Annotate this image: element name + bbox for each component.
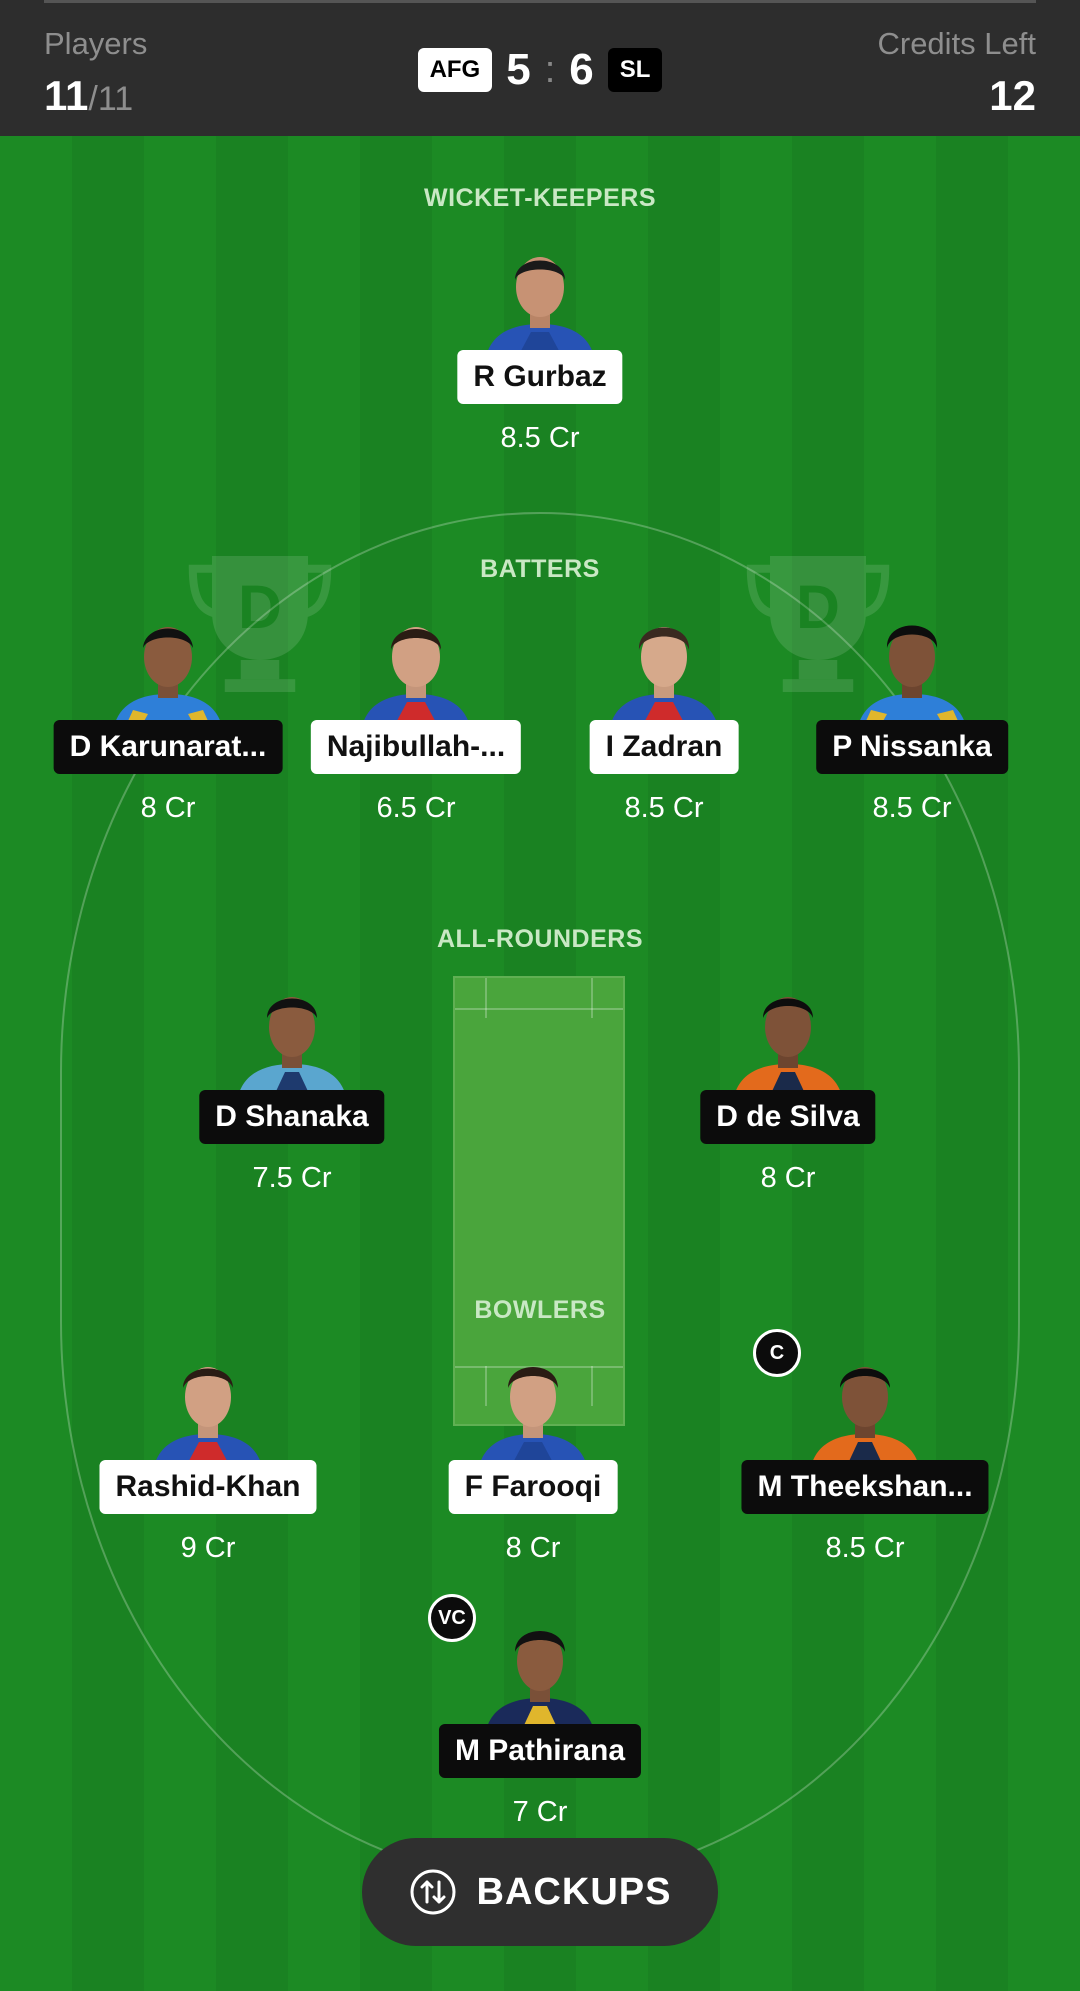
player-name-tag: D de Silva [700,1090,876,1144]
player-credits: 8.5 Cr [872,792,952,824]
player-name-tag: M Pathirana [438,1724,642,1778]
player-credits: 6.5 Cr [376,792,456,824]
captain-badge: C [753,1329,801,1377]
player-name-tag: D Karunarat... [53,720,283,774]
player-name-tag: Najibullah-... [310,720,522,774]
player-avatar [485,1631,595,1736]
player-name-tag: I Zadran [589,720,739,774]
player-card-zadran[interactable]: I Zadran 8.5 Cr [534,602,794,824]
backups-button[interactable]: BACKUPS [362,1838,718,1946]
player-name-tag: D Shanaka [199,1090,385,1144]
section-title-all-rounders: ALL-ROUNDERS [437,925,643,953]
player-name-tag: R Gurbaz [457,350,623,404]
credits-left-value: 12 [989,72,1036,119]
player-avatar [609,627,719,732]
player-card-desilva[interactable]: D de Silva 8 Cr [658,972,918,1194]
player-card-shanaka[interactable]: D Shanaka 7.5 Cr [162,972,422,1194]
player-credits: 8.5 Cr [500,422,580,454]
player-credits: 8 Cr [760,1162,816,1194]
player-card-najibullah[interactable]: Najibullah-... 6.5 Cr [286,602,546,824]
player-avatar [361,627,471,732]
player-avatar [733,997,843,1102]
crease-line [485,978,487,1018]
player-avatar [153,1367,263,1472]
player-avatar [113,627,223,732]
team-header: Players 11/11 AFG 5 : 6 SL Credits Left … [0,0,1080,136]
player-credits: 8.5 Cr [825,1532,905,1564]
player-name-tag: F Farooqi [448,1460,618,1514]
drag-handle-line [44,0,1036,3]
player-credits: 7.5 Cr [252,1162,332,1194]
player-credits: 8 Cr [140,792,196,824]
player-card-gurbaz[interactable]: R Gurbaz 8.5 Cr [410,232,670,454]
section-title-bowlers: BOWLERS [474,1296,606,1324]
player-card-karunaratne[interactable]: D Karunarat... 8 Cr [38,602,298,824]
team-b-tag: SL [607,48,663,92]
player-card-nissanka[interactable]: P Nissanka 8.5 Cr [782,602,1042,824]
player-name-tag: P Nissanka [816,720,1008,774]
score-separator: : [544,48,556,91]
player-avatar [857,625,967,732]
backups-label: BACKUPS [476,1870,672,1913]
player-avatar [810,1367,920,1472]
player-credits: 8 Cr [505,1532,561,1564]
player-credits: 8.5 Cr [624,792,704,824]
player-avatar [478,1367,588,1472]
player-credits: 7 Cr [512,1796,568,1828]
player-card-rashid[interactable]: Rashid-Khan 9 Cr [78,1342,338,1564]
player-avatar [237,997,347,1102]
section-title-batters: BATTERS [480,555,600,583]
team-b-count: 6 [569,45,594,94]
credits-left-label: Credits Left [877,26,1036,61]
crease-line [591,978,593,1018]
team-a-count: 5 [506,45,531,94]
section-title-wicket-keepers: WICKET-KEEPERS [423,184,657,212]
player-card-farooqi[interactable]: F Farooqi 8 Cr [403,1342,663,1564]
team-a-tag: AFG [417,48,493,92]
player-name-tag: Rashid-Khan [99,1460,317,1514]
player-credits: 9 Cr [180,1532,236,1564]
swap-arrows-icon [410,1869,456,1915]
player-name-tag: M Theekshan... [741,1460,989,1514]
crease-line [455,1008,623,1010]
player-avatar [485,257,595,362]
vice-captain-badge: VC [428,1594,476,1642]
